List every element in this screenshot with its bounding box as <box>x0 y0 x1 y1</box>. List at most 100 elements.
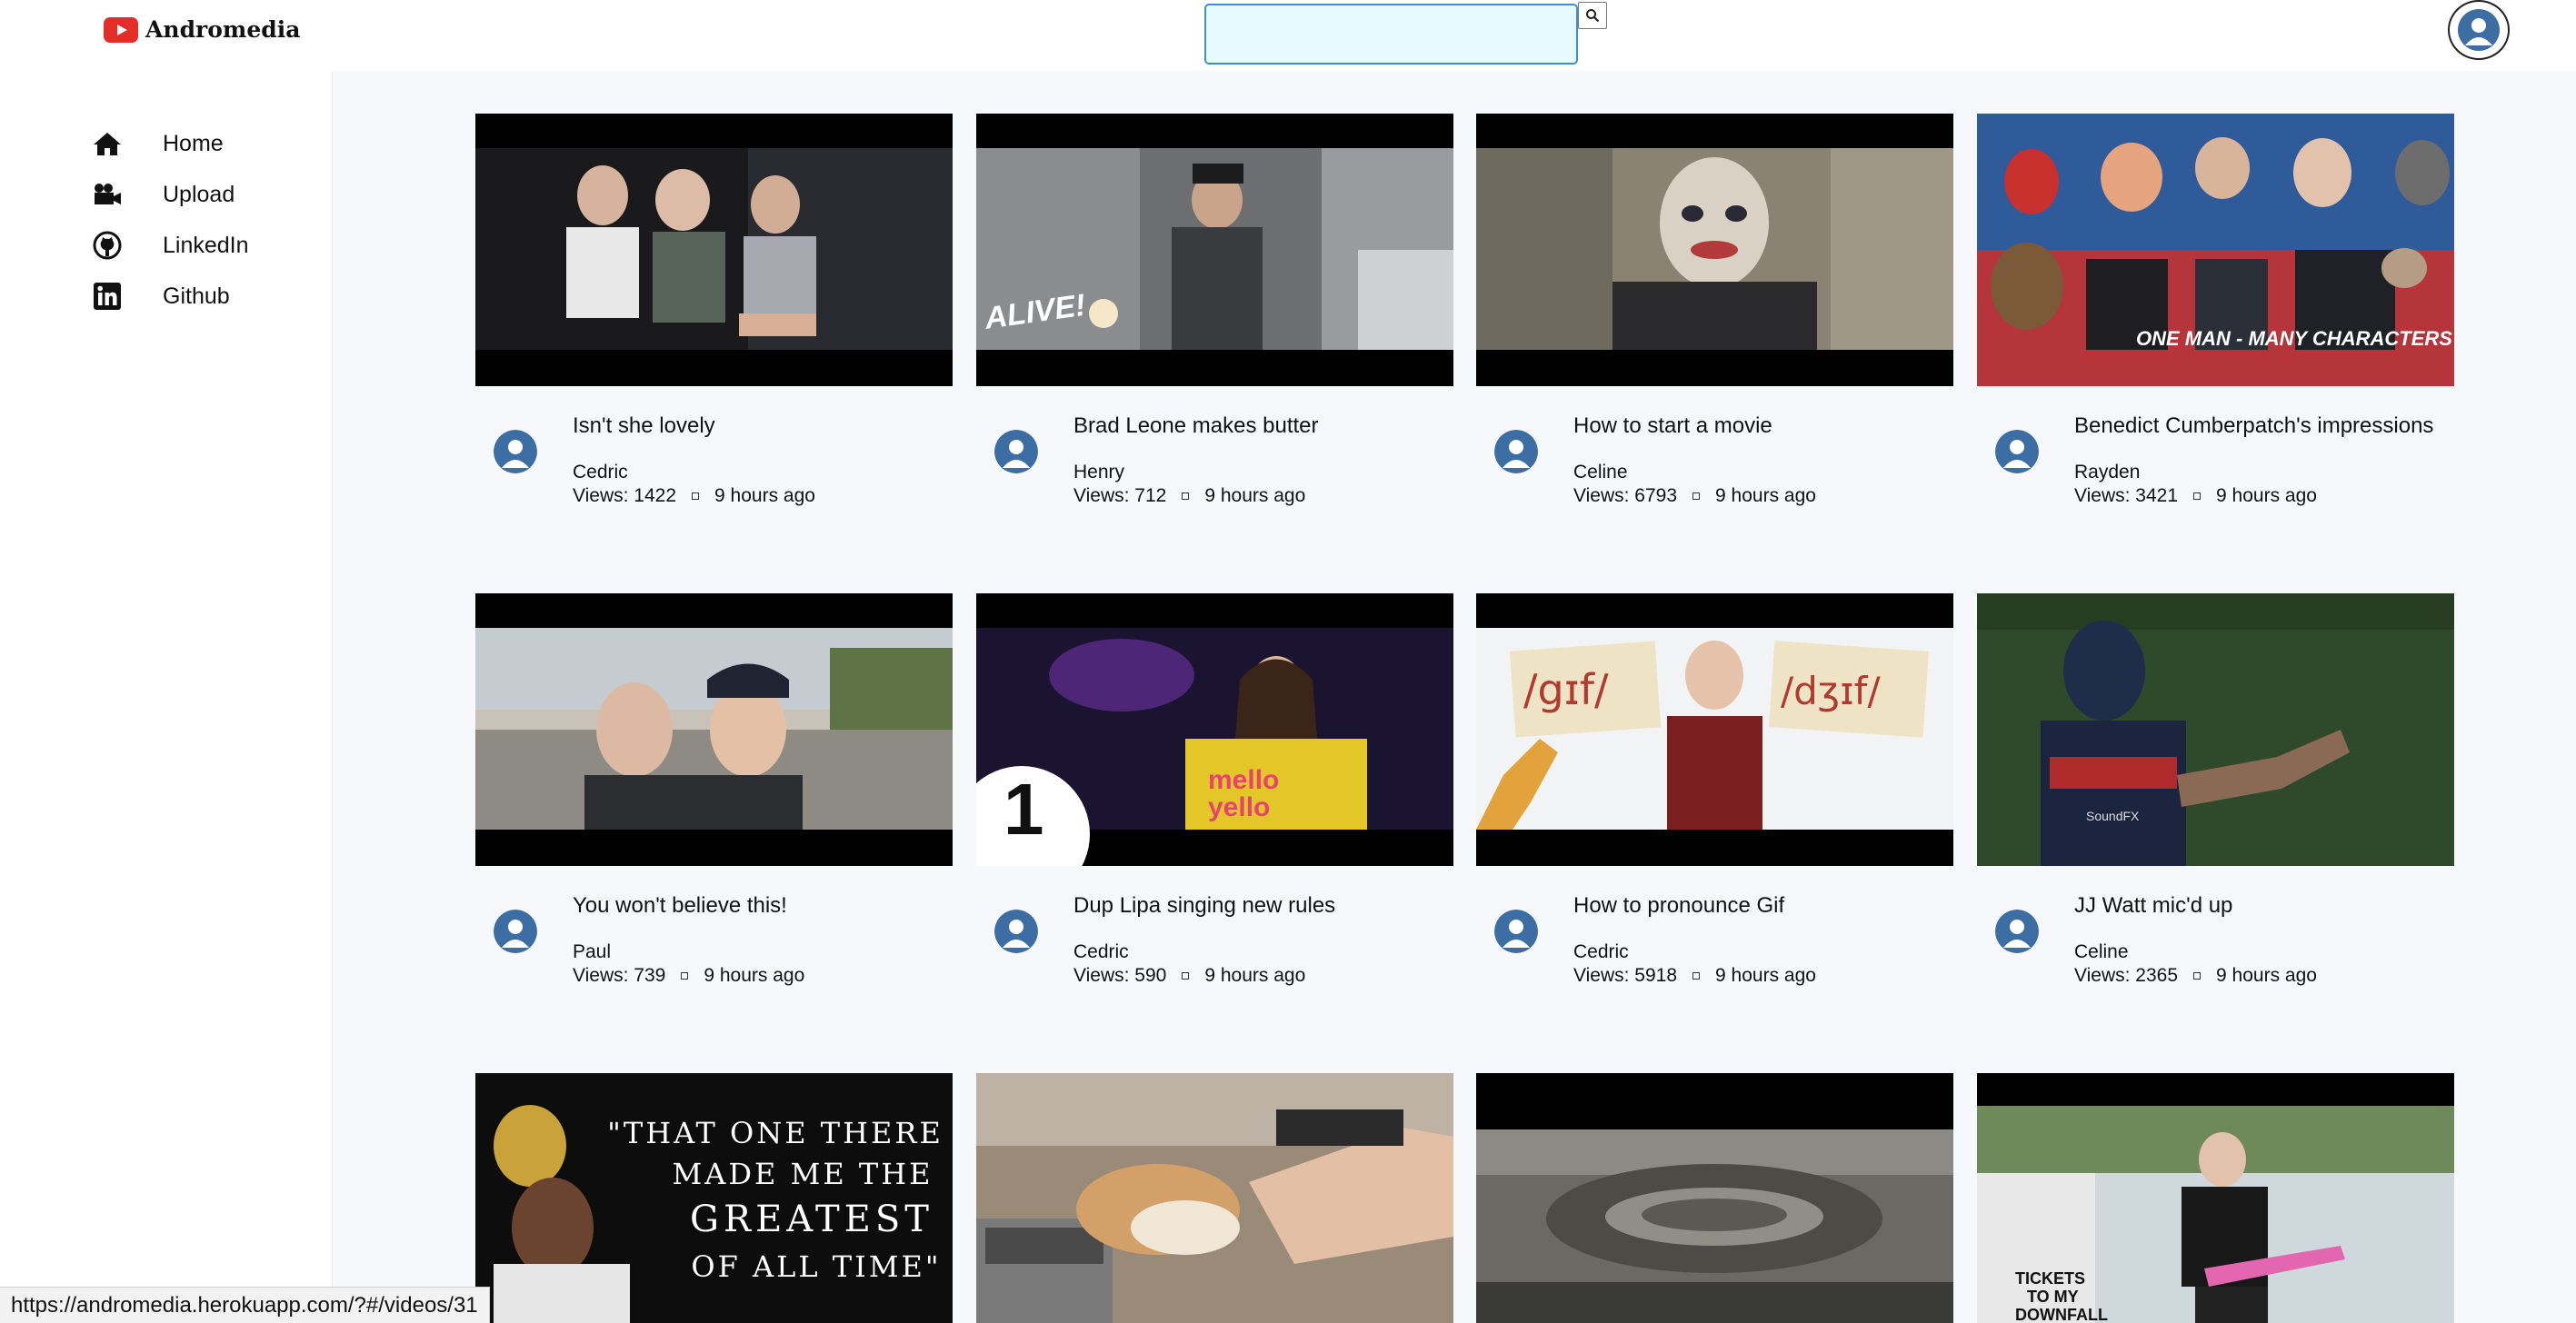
separator-dot <box>2193 972 2202 980</box>
video-thumbnail[interactable]: "THAT ONE THERE MADE ME THE GREATEST OF … <box>475 1073 953 1323</box>
linkedin-icon <box>89 278 125 314</box>
play-logo-icon <box>104 16 138 43</box>
sidebar-item-home[interactable]: Home <box>89 125 224 162</box>
separator-dot <box>2193 492 2202 500</box>
sidebar-item-linkedin[interactable]: LinkedIn <box>89 227 249 264</box>
video-time: 9 hours ago <box>1204 485 1306 506</box>
video-views: Views: 2365 <box>2074 965 2179 986</box>
video-views: Views: 739 <box>573 965 666 986</box>
video-thumbnail[interactable]: ALIVE! <box>976 114 1453 386</box>
video-views: Views: 1422 <box>573 485 677 506</box>
separator-dot <box>1182 492 1190 500</box>
user-avatar-icon <box>994 910 1038 953</box>
video-title[interactable]: How to start a movie <box>1573 413 1772 439</box>
video-author: Paul <box>573 941 612 962</box>
video-title[interactable]: Isn't she lovely <box>573 413 715 439</box>
channel-avatar[interactable] <box>1995 430 2039 473</box>
svg-text:TO MY: TO MY <box>2027 1288 2079 1306</box>
video-thumbnail[interactable] <box>475 114 953 386</box>
svg-text:yello: yello <box>1208 792 1270 822</box>
video-author: Celine <box>2074 941 2129 962</box>
thumbnail-overlay-right: /dʒɪf/ <box>1781 669 1881 713</box>
channel-avatar[interactable] <box>1494 430 1538 473</box>
user-avatar-icon <box>994 430 1038 473</box>
video-author: Henry <box>1073 462 1125 482</box>
user-avatar-icon <box>1494 910 1538 953</box>
thumbnail-overlay-line: GREATEST <box>690 1199 934 1240</box>
video-thumbnail[interactable]: ONE MAN - MANY CHARACTERS <box>1977 114 2454 386</box>
thumbnail-overlay-line: MADE ME THE <box>673 1157 934 1191</box>
channel-avatar[interactable] <box>494 910 537 953</box>
video-time: 9 hours ago <box>714 485 815 506</box>
video-meta: Views: 3421 9 hours ago <box>2074 485 2317 507</box>
svg-text:1: 1 <box>1003 769 1044 850</box>
thumbnail-overlay-left: /gɪf/ <box>1523 665 1609 714</box>
user-avatar-icon <box>2458 9 2500 51</box>
video-title[interactable]: JJ Watt mic'd up <box>2074 893 2232 919</box>
thumbnail-overlay-text: ONE MAN - MANY CHARACTERS <box>2136 327 2452 350</box>
top-header: Andromedia <box>0 0 2576 71</box>
channel-avatar[interactable] <box>1494 910 1538 953</box>
separator-dot <box>681 972 689 980</box>
video-title[interactable]: You won't believe this! <box>573 893 787 919</box>
video-time: 9 hours ago <box>1715 965 1816 986</box>
video-thumbnail[interactable]: /gɪf/ /dʒɪf/ <box>1476 593 1953 866</box>
svg-text:TICKETS: TICKETS <box>2015 1269 2085 1288</box>
video-author: Rayden <box>2074 462 2141 482</box>
video-thumbnail[interactable] <box>976 1073 1453 1323</box>
video-author: Cedric <box>1073 941 1129 962</box>
sidebar-item-label: Home <box>163 130 224 156</box>
video-time: 9 hours ago <box>704 965 805 986</box>
channel-avatar[interactable] <box>1995 910 2039 953</box>
video-views: Views: 5918 <box>1573 965 1678 986</box>
thumbnail-overlay-line: OF ALL TIME" <box>691 1249 941 1284</box>
separator-dot <box>1182 972 1190 980</box>
search-input[interactable] <box>1204 4 1578 65</box>
video-time: 9 hours ago <box>1204 965 1306 986</box>
user-avatar-icon <box>1995 430 2039 473</box>
video-author: Cedric <box>573 462 628 482</box>
channel-avatar[interactable] <box>994 430 1038 473</box>
video-thumbnail[interactable] <box>475 593 953 866</box>
video-views: Views: 6793 <box>1573 485 1678 506</box>
user-avatar-icon <box>1995 910 2039 953</box>
video-thumbnail[interactable] <box>1476 1073 1953 1323</box>
video-thumbnail[interactable]: TICKETS TO MY DOWNFALL <box>1977 1073 2454 1323</box>
svg-text:mello: mello <box>1208 765 1279 795</box>
channel-avatar[interactable] <box>494 430 537 473</box>
github-icon <box>89 227 125 264</box>
channel-avatar[interactable] <box>994 910 1038 953</box>
svg-text:SoundFX: SoundFX <box>2086 809 2140 823</box>
separator-dot <box>1692 972 1701 980</box>
video-meta: Views: 1422 9 hours ago <box>573 485 815 507</box>
video-camera-icon <box>89 176 125 213</box>
app-logo[interactable]: Andromedia <box>104 16 300 43</box>
separator-dot <box>1692 492 1701 500</box>
video-grid: Isn't she lovely Cedric Views: 1422 9 ho… <box>332 71 2576 1323</box>
video-meta: Views: 590 9 hours ago <box>1073 965 1305 987</box>
video-title[interactable]: Brad Leone makes butter <box>1073 413 1319 439</box>
user-avatar-icon <box>494 910 537 953</box>
video-thumbnail[interactable]: SoundFX <box>1977 593 2454 866</box>
sidebar-item-github[interactable]: Github <box>89 278 230 314</box>
video-title[interactable]: How to pronounce Gif <box>1573 893 1784 919</box>
video-title[interactable]: Benedict Cumberpatch's impressions <box>2074 413 2433 439</box>
sidebar-item-upload[interactable]: Upload <box>89 176 235 213</box>
search-button[interactable] <box>1578 2 1607 29</box>
video-meta: Views: 5918 9 hours ago <box>1573 965 1816 987</box>
user-avatar-icon <box>494 430 537 473</box>
user-avatar-button[interactable] <box>2448 0 2510 60</box>
video-thumbnail[interactable] <box>1476 114 1953 386</box>
video-time: 9 hours ago <box>1715 485 1816 506</box>
video-meta: Views: 712 9 hours ago <box>1073 485 1305 507</box>
sidebar: Home Upload LinkedIn Github <box>0 71 332 1323</box>
user-avatar-icon <box>1494 430 1538 473</box>
sidebar-item-label: LinkedIn <box>163 232 249 258</box>
svg-text:DOWNFALL: DOWNFALL <box>2015 1306 2108 1323</box>
video-views: Views: 712 <box>1073 485 1167 506</box>
search-icon <box>1586 9 1600 23</box>
video-time: 9 hours ago <box>2216 485 2317 506</box>
video-thumbnail[interactable]: mello yello 1 <box>976 593 1453 866</box>
thumbnail-overlay-line: "THAT ONE THERE <box>607 1116 944 1150</box>
video-title[interactable]: Dup Lipa singing new rules <box>1073 893 1335 919</box>
